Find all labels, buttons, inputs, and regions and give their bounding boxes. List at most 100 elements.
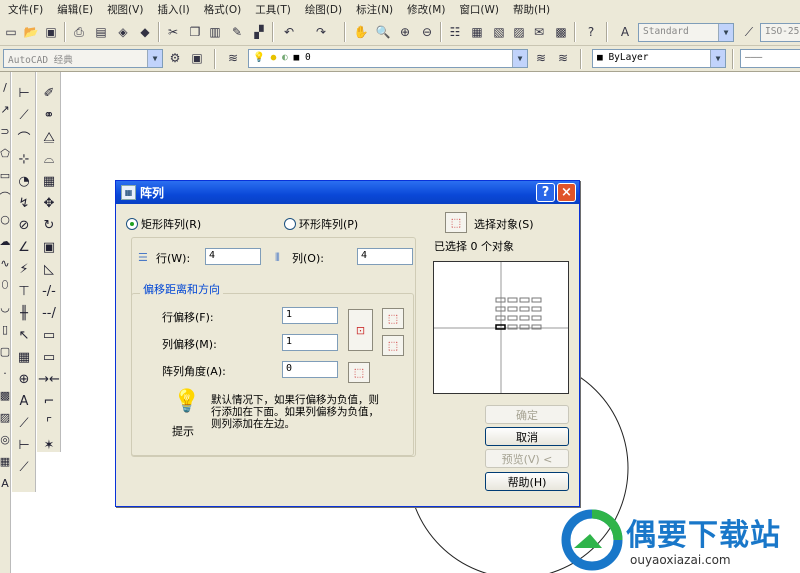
block-editor-icon[interactable]: ▞ — [250, 23, 268, 41]
menu-item-3[interactable]: 插入(I) — [157, 2, 189, 17]
cancel-button[interactable]: 取消 — [485, 427, 569, 446]
workspace-select[interactable]: AutoCAD 经典 ▼ — [3, 49, 163, 68]
help-icon[interactable]: ? — [582, 23, 600, 41]
col-offset-input[interactable]: 1 — [282, 334, 338, 351]
jogged-icon[interactable]: ↯ — [15, 194, 33, 212]
make-object-layer-current-icon[interactable]: ≋ — [532, 49, 550, 67]
menu-item-6[interactable]: 绘图(D) — [305, 2, 342, 17]
offset-icon[interactable]: ⌓ — [40, 150, 58, 168]
extend-icon[interactable]: --/ — [40, 304, 58, 322]
radius-icon[interactable]: ◔ — [15, 172, 33, 190]
zoom-previous-icon[interactable]: ⊖ — [418, 23, 436, 41]
quick-leader-icon[interactable]: ↖ — [15, 326, 33, 344]
mirror-icon[interactable]: ⧋ — [40, 128, 58, 146]
layer-previous-icon[interactable]: ≋ — [554, 49, 572, 67]
join-icon[interactable]: →← — [38, 370, 60, 388]
menu-item-10[interactable]: 帮助(H) — [513, 2, 550, 17]
new-file-icon[interactable]: ▭ — [2, 23, 20, 41]
row-offset-input[interactable]: 1 — [282, 307, 338, 324]
pick-both-offsets-button[interactable]: ⊡ — [348, 309, 373, 351]
menu-item-1[interactable]: 编辑(E) — [57, 2, 93, 17]
cut-icon[interactable]: ✂ — [164, 23, 182, 41]
arc-length-icon[interactable]: ⌒ — [15, 128, 33, 147]
rotate-icon[interactable]: ↻ — [40, 216, 58, 234]
dialog-help-button[interactable]: ? — [536, 183, 555, 202]
dim-edit-icon[interactable]: A — [15, 392, 33, 410]
break-icon[interactable]: ▭ — [40, 348, 58, 366]
save-icon[interactable]: ▣ — [42, 23, 60, 41]
dim-update-icon[interactable]: ⊢ — [15, 436, 33, 454]
quickcalc-icon[interactable]: ▩ — [552, 23, 570, 41]
workspace-settings-icon[interactable]: ⚙ — [166, 49, 184, 67]
3d-dwf-icon[interactable]: ◆ — [136, 23, 154, 41]
color-select[interactable]: ■ ByLayer ▼ — [592, 49, 726, 68]
diameter-icon[interactable]: ⊘ — [15, 216, 33, 234]
array-icon[interactable]: ▦ — [40, 172, 58, 190]
center-mark-icon[interactable]: ⊕ — [15, 370, 33, 388]
sheet-set-icon[interactable]: ▨ — [510, 23, 528, 41]
layer-manager-icon[interactable]: ≋ — [224, 49, 242, 67]
menu-item-2[interactable]: 视图(V) — [107, 2, 143, 17]
match-properties-icon[interactable]: ✎ — [228, 23, 246, 41]
dialog-titlebar[interactable]: ▦ 阵列 ? × — [116, 181, 579, 204]
tool-palettes-icon[interactable]: ▧ — [490, 23, 508, 41]
copy-object-icon[interactable]: ⚭ — [40, 106, 58, 124]
copy-icon[interactable]: ❐ — [186, 23, 204, 41]
rows-input[interactable]: 4 — [205, 248, 261, 265]
dialog-close-button[interactable]: × — [557, 183, 576, 202]
erase-icon[interactable]: ✐ — [40, 84, 58, 102]
move-icon[interactable]: ✥ — [40, 194, 58, 212]
linear-dim-icon[interactable]: ⊢ — [15, 84, 33, 102]
pick-col-offset-button[interactable]: ⬚ — [382, 335, 404, 356]
aligned-dim-icon[interactable]: ⟋ — [15, 106, 33, 124]
pick-row-offset-button[interactable]: ⬚ — [382, 308, 404, 329]
pick-angle-button[interactable]: ⬚ — [348, 362, 370, 383]
menu-item-9[interactable]: 窗口(W) — [459, 2, 499, 17]
dim-text-edit-icon[interactable]: ⟋ — [15, 414, 33, 432]
preview-button[interactable]: 预览(V) < — [485, 449, 569, 468]
select-objects-button[interactable]: ⬚ — [445, 212, 467, 233]
zoom-realtime-icon[interactable]: 🔍 — [374, 23, 392, 41]
paste-icon[interactable]: ▥ — [206, 23, 224, 41]
dim-style-side-icon[interactable]: ⟋ — [15, 458, 33, 476]
design-center-icon[interactable]: ▦ — [468, 23, 486, 41]
columns-input[interactable]: 4 — [357, 248, 413, 265]
text-style-icon[interactable]: A — [616, 23, 634, 41]
publish-icon[interactable]: ◈ — [114, 23, 132, 41]
angular-icon[interactable]: ∠ — [15, 238, 33, 256]
rect-array-radio[interactable]: 矩形阵列(R) — [126, 216, 201, 232]
properties-icon[interactable]: ☷ — [446, 23, 464, 41]
menu-item-5[interactable]: 工具(T) — [255, 2, 291, 17]
zoom-window-icon[interactable]: ⊕ — [396, 23, 414, 41]
text-style-select[interactable]: Standard ▼ — [638, 23, 734, 42]
menu-item-4[interactable]: 格式(O) — [204, 2, 241, 17]
trim-icon[interactable]: -/- — [40, 282, 58, 300]
print-preview-icon[interactable]: ▤ — [92, 23, 110, 41]
ordinate-icon[interactable]: ⊹ — [15, 150, 33, 168]
save-workspace-icon[interactable]: ▣ — [188, 49, 206, 67]
scale-icon[interactable]: ▣ — [40, 238, 58, 256]
markup-icon[interactable]: ✉ — [530, 23, 548, 41]
print-icon[interactable]: ⎙ — [70, 23, 88, 41]
stretch-icon[interactable]: ◺ — [40, 260, 58, 278]
quick-dim-icon[interactable]: ⚡ — [15, 260, 33, 278]
layer-select[interactable]: 💡 ● ◐ ■ 0 ▼ — [248, 49, 528, 68]
linetype-select[interactable]: ——— — [740, 49, 800, 68]
pan-icon[interactable]: ✋ — [352, 23, 370, 41]
dim-style-select[interactable]: ISO-25 — [760, 23, 800, 42]
continue-icon[interactable]: ╫ — [15, 304, 33, 322]
ok-button[interactable]: 确定 — [485, 405, 569, 424]
redo-icon[interactable]: ↷ — [312, 23, 330, 41]
explode-icon[interactable]: ✶ — [40, 436, 58, 454]
menu-item-8[interactable]: 修改(M) — [407, 2, 445, 17]
break-at-point-icon[interactable]: ▭ — [40, 326, 58, 344]
baseline-icon[interactable]: ⊤ — [15, 282, 33, 300]
undo-icon[interactable]: ↶ — [280, 23, 298, 41]
chamfer-icon[interactable]: ⌐ — [40, 392, 58, 410]
polar-array-radio[interactable]: 环形阵列(P) — [284, 216, 358, 232]
open-file-icon[interactable]: 📂 — [22, 23, 40, 41]
fillet-icon[interactable]: ⌜ — [40, 414, 58, 432]
menu-item-7[interactable]: 标注(N) — [356, 2, 393, 17]
dim-style-icon[interactable]: ⟋ — [740, 23, 758, 41]
tolerance-icon[interactable]: ▦ — [15, 348, 33, 366]
